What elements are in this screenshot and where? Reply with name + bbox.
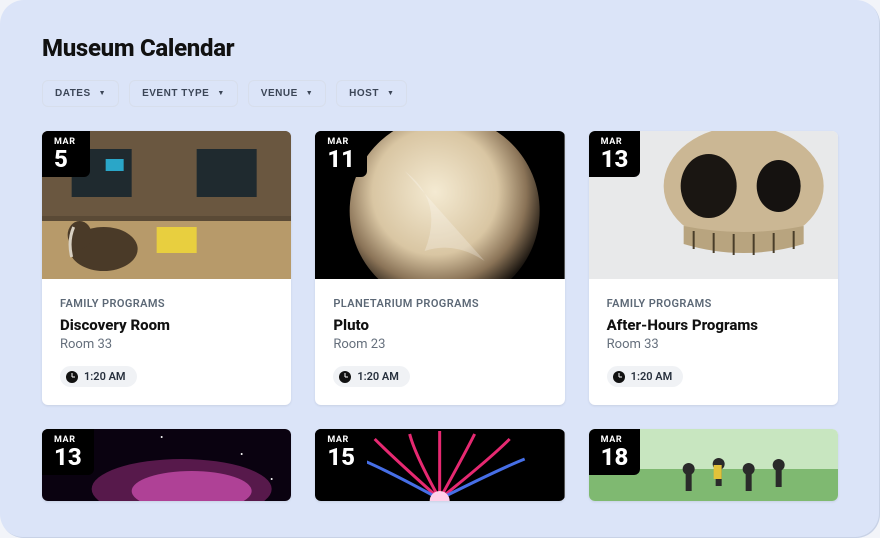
date-badge: MAR 13	[589, 131, 641, 177]
event-title: Discovery Room	[60, 316, 273, 334]
event-grid: MAR 5 FAMILY PROGRAMS Discovery Room Roo…	[42, 131, 838, 501]
event-category: FAMILY PROGRAMS	[607, 297, 820, 310]
event-time: 1:20 AM	[357, 370, 399, 383]
date-day: 11	[327, 147, 355, 171]
filter-label: EVENT TYPE	[142, 88, 209, 99]
event-time: 1:20 AM	[84, 370, 126, 383]
filter-label: VENUE	[261, 88, 298, 99]
event-card[interactable]: MAR 13	[42, 429, 291, 501]
chevron-down-icon: ▼	[99, 90, 106, 97]
date-day: 15	[327, 445, 355, 469]
event-category: PLANETARIUM PROGRAMS	[333, 297, 546, 310]
event-image: MAR 15	[315, 429, 564, 501]
event-title: Pluto	[333, 316, 546, 334]
event-time: 1:20 AM	[631, 370, 673, 383]
date-badge: MAR 18	[589, 429, 641, 475]
event-room: Room 33	[60, 337, 273, 352]
event-room: Room 23	[333, 337, 546, 352]
event-room: Room 33	[607, 337, 820, 352]
date-day: 13	[601, 147, 629, 171]
clock-icon	[66, 371, 78, 383]
filter-label: HOST	[349, 88, 379, 99]
event-card-body: PLANETARIUM PROGRAMS Pluto Room 23 1:20 …	[315, 279, 564, 405]
event-image: MAR 13	[589, 131, 838, 279]
chevron-down-icon: ▼	[306, 90, 313, 97]
filter-dates[interactable]: DATES ▼	[42, 80, 119, 107]
date-badge: MAR 15	[315, 429, 367, 475]
event-card[interactable]: MAR 11 PLANETARIUM PROGRAMS Pluto Room 2…	[315, 131, 564, 405]
event-card[interactable]: MAR 5 FAMILY PROGRAMS Discovery Room Roo…	[42, 131, 291, 405]
filter-venue[interactable]: VENUE ▼	[248, 80, 326, 107]
event-card[interactable]: MAR 18	[589, 429, 838, 501]
event-time-chip[interactable]: 1:20 AM	[333, 366, 410, 387]
clock-icon	[613, 371, 625, 383]
event-category: FAMILY PROGRAMS	[60, 297, 273, 310]
event-card-body: FAMILY PROGRAMS After-Hours Programs Roo…	[589, 279, 838, 405]
date-badge: MAR 5	[42, 131, 90, 177]
date-day: 13	[54, 445, 82, 469]
event-image: MAR 5	[42, 131, 291, 279]
event-card[interactable]: MAR 13 FAMILY PROGRAMS After-Hours Progr…	[589, 131, 838, 405]
event-image: MAR 13	[42, 429, 291, 501]
clock-icon	[339, 371, 351, 383]
event-image: MAR 18	[589, 429, 838, 501]
date-badge: MAR 13	[42, 429, 94, 475]
chevron-down-icon: ▼	[217, 90, 224, 97]
page-title: Museum Calendar	[42, 34, 838, 62]
event-card-body: FAMILY PROGRAMS Discovery Room Room 33 1…	[42, 279, 291, 405]
filter-label: DATES	[55, 88, 91, 99]
date-day: 18	[601, 445, 629, 469]
date-badge: MAR 11	[315, 131, 367, 177]
event-time-chip[interactable]: 1:20 AM	[607, 366, 684, 387]
chevron-down-icon: ▼	[387, 90, 394, 97]
event-image: MAR 11	[315, 131, 564, 279]
filter-host[interactable]: HOST ▼	[336, 80, 407, 107]
date-day: 5	[54, 147, 78, 171]
filter-event-type[interactable]: EVENT TYPE ▼	[129, 80, 238, 107]
event-title: After-Hours Programs	[607, 316, 820, 334]
event-time-chip[interactable]: 1:20 AM	[60, 366, 137, 387]
event-card[interactable]: MAR 15	[315, 429, 564, 501]
filter-bar: DATES ▼ EVENT TYPE ▼ VENUE ▼ HOST ▼	[42, 80, 838, 107]
calendar-page: Museum Calendar DATES ▼ EVENT TYPE ▼ VEN…	[0, 0, 880, 538]
